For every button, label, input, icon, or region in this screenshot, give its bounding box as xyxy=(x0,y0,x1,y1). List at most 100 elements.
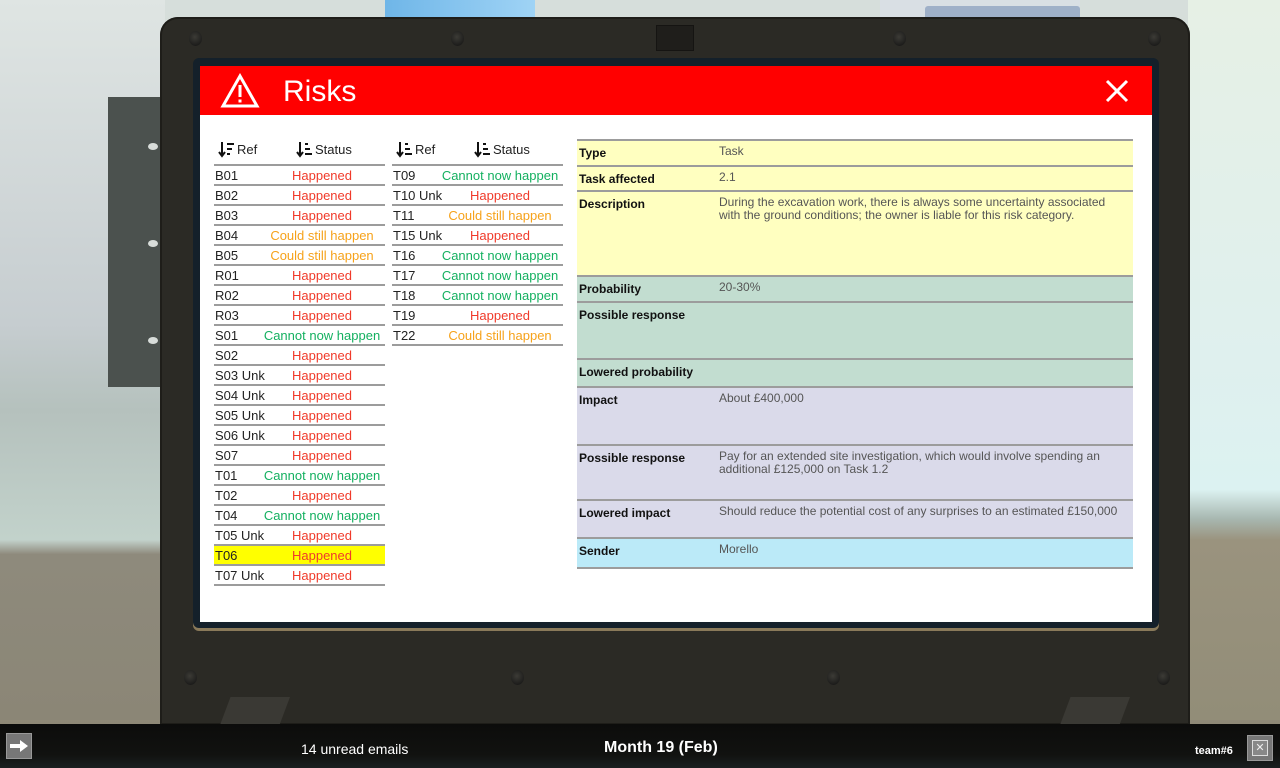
risk-status: Happened xyxy=(292,168,352,183)
risk-status: Cannot now happen xyxy=(441,268,559,283)
ref-header-label: Ref xyxy=(237,142,258,157)
risk-status: Cannot now happen xyxy=(263,508,381,523)
detail-label: Lowered impact xyxy=(579,506,671,520)
risk-row[interactable]: S06 Unk Happened xyxy=(214,426,385,446)
hinge xyxy=(220,697,290,725)
detail-value: 2.1 xyxy=(719,170,736,184)
current-month: Month 19 (Feb) xyxy=(604,739,718,756)
risk-row[interactable]: B04 Could still happen xyxy=(214,226,385,246)
risk-status: Happened xyxy=(292,348,352,363)
risk-status: Happened xyxy=(292,208,352,223)
risk-detail-table: Type Task Task affected 2.1 Description … xyxy=(577,139,1133,569)
status-header-label: Status xyxy=(315,142,352,157)
risk-status: Could still happen xyxy=(270,228,374,243)
risk-row[interactable]: S04 Unk Happened xyxy=(214,386,385,406)
sort-by-status-button[interactable]: Status xyxy=(474,141,530,158)
background-sign xyxy=(880,0,1080,20)
detail-label: Sender xyxy=(579,544,620,558)
risk-row[interactable]: S05 Unk Happened xyxy=(214,406,385,426)
risk-status: Happened xyxy=(292,288,352,303)
risk-row[interactable]: T16 Cannot now happen xyxy=(392,246,563,266)
risk-row[interactable]: T02 Happened xyxy=(214,486,385,506)
risk-row[interactable]: R02 Happened xyxy=(214,286,385,306)
screw xyxy=(1148,31,1161,46)
detail-row-type: Type Task xyxy=(577,141,1133,167)
risk-rows-left: B01 Happened B02 Happened B03 Happened B04 Coul… xyxy=(214,166,385,586)
sort-by-ref-button[interactable]: Ref xyxy=(218,141,257,158)
risk-row[interactable]: S03 Unk Happened xyxy=(214,366,385,386)
risk-status: Happened xyxy=(292,568,352,583)
background-window xyxy=(385,0,535,18)
risk-list-right: Ref Status T09 Cannot now happen T10 Unk Ha… xyxy=(392,138,563,346)
detail-label: Description xyxy=(579,197,646,211)
close-icon[interactable] xyxy=(1104,78,1130,104)
risk-row[interactable]: S07 Happened xyxy=(214,446,385,466)
quit-button[interactable]: ✕ xyxy=(1247,735,1273,761)
risk-status: Happened xyxy=(470,308,530,323)
risk-status: Could still happen xyxy=(270,248,374,263)
risk-row[interactable]: B02 Happened xyxy=(214,186,385,206)
ref-header-label: Ref xyxy=(415,142,436,157)
risk-status: Happened xyxy=(292,188,352,203)
risk-row[interactable]: T17 Cannot now happen xyxy=(392,266,563,286)
risk-list-left: Ref Status B01 Happened B02 Happened B03 Happ… xyxy=(214,138,385,586)
sort-by-status-button[interactable]: Status xyxy=(296,141,352,158)
risk-row[interactable]: B03 Happened xyxy=(214,206,385,226)
window-title: Risks xyxy=(283,75,357,108)
risk-row[interactable]: S02 Happened xyxy=(214,346,385,366)
risk-row[interactable]: B01 Happened xyxy=(214,166,385,186)
detail-label: Possible response xyxy=(579,308,686,322)
detail-value: Morello xyxy=(719,542,759,556)
risk-status: Cannot now happen xyxy=(441,248,559,263)
risk-row[interactable]: B05 Could still happen xyxy=(214,246,385,266)
risk-row[interactable]: T15 Unk Happened xyxy=(392,226,563,246)
detail-label: Possible response xyxy=(579,451,686,465)
risk-row[interactable]: T05 Unk Happened xyxy=(214,526,385,546)
risk-status: Happened xyxy=(292,548,352,563)
risk-row[interactable]: T11 Could still happen xyxy=(392,206,563,226)
list-header: Ref Status xyxy=(214,138,385,166)
risk-row[interactable]: R03 Happened xyxy=(214,306,385,326)
detail-row-description: Description During the excavation work, … xyxy=(577,192,1133,277)
hinge xyxy=(1060,697,1130,725)
risk-row[interactable]: T09 Cannot now happen xyxy=(392,166,563,186)
list-header: Ref Status xyxy=(392,138,563,166)
screw xyxy=(184,670,197,685)
risk-status: Happened xyxy=(292,268,352,283)
sort-ascending-icon xyxy=(474,142,490,158)
risk-status: Cannot now happen xyxy=(441,168,559,183)
window-header: Risks xyxy=(200,66,1152,115)
sort-ascending-icon xyxy=(396,142,412,158)
unread-emails-link[interactable]: 14 unread emails xyxy=(301,741,408,757)
screw xyxy=(1157,670,1170,685)
risks-window: Risks Ref Status B01 Happened B02 Happen… xyxy=(200,66,1152,622)
detail-value: About £400,000 xyxy=(719,391,804,405)
detail-value: During the excavation work, there is alw… xyxy=(719,195,1106,222)
background-cabinet xyxy=(108,97,168,387)
arrow-right-icon xyxy=(10,740,28,752)
risk-row[interactable]: T10 Unk Happened xyxy=(392,186,563,206)
risk-status: Happened xyxy=(292,428,352,443)
detail-label: Task affected xyxy=(579,172,655,186)
close-box-icon: ✕ xyxy=(1252,740,1268,756)
risk-row[interactable]: T06 Happened xyxy=(214,546,385,566)
risk-row[interactable]: S01 Cannot now happen xyxy=(214,326,385,346)
risk-row[interactable]: T01 Cannot now happen xyxy=(214,466,385,486)
risk-row[interactable]: R01 Happened xyxy=(214,266,385,286)
risk-row[interactable]: T07 Unk Happened xyxy=(214,566,385,586)
risk-row[interactable]: T19 Happened xyxy=(392,306,563,326)
bottom-bar: 14 unread emails Month 19 (Feb) team#6 ✕ xyxy=(0,724,1280,768)
next-button[interactable] xyxy=(6,733,32,759)
risk-row[interactable]: T22 Could still happen xyxy=(392,326,563,346)
detail-row-probability-response: Possible response xyxy=(577,303,1133,360)
risk-row[interactable]: T18 Cannot now happen xyxy=(392,286,563,306)
risk-status: Could still happen xyxy=(448,208,552,223)
detail-value: Should reduce the potential cost of any … xyxy=(719,504,1118,518)
risk-status: Happened xyxy=(292,308,352,323)
team-label: team#6 xyxy=(1195,745,1233,757)
risk-status: Happened xyxy=(292,448,352,463)
warning-triangle-icon xyxy=(220,73,260,108)
sort-by-ref-button[interactable]: Ref xyxy=(396,141,435,158)
screw xyxy=(189,31,202,46)
risk-row[interactable]: T04 Cannot now happen xyxy=(214,506,385,526)
